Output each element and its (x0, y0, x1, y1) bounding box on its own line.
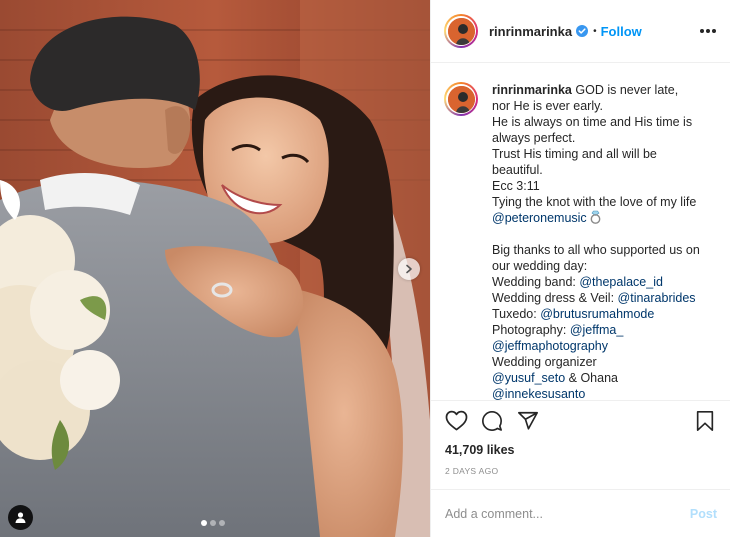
share-icon (518, 411, 538, 430)
likes-count[interactable]: 41,709 likes (431, 440, 730, 457)
mention-link[interactable]: @jeffma_ (570, 323, 623, 337)
like-button[interactable] (443, 408, 469, 434)
chevron-right-icon (406, 264, 412, 274)
caption-section: rinrinmarinka GOD is never late, nor He i… (431, 63, 730, 400)
caption-text-segment: Wedding dress & Veil: (492, 291, 618, 305)
carousel-dot (210, 520, 216, 526)
caption-text: rinrinmarinka GOD is never late, nor He i… (492, 82, 716, 400)
tagged-users-button[interactable] (8, 505, 33, 530)
carousel-dot (219, 520, 225, 526)
username-link[interactable]: rinrinmarinka (489, 24, 572, 39)
header-separator: • (593, 25, 597, 37)
caption-text-segment: Big thanks to all who supported us on (492, 243, 700, 257)
user-tag-icon (15, 512, 26, 523)
post-photo[interactable] (0, 0, 430, 537)
caption-text-segment: & Ohana (565, 371, 618, 385)
caption-text-segment: our wedding day: (492, 259, 588, 273)
caption-text-segment: Tuxedo: (492, 307, 541, 321)
caption-text-segment: beautiful. (492, 163, 543, 177)
caption-line: Wedding dress & Veil: @tinarabrides (492, 290, 716, 306)
caption-text-segment: Ecc 3:11 (492, 179, 540, 193)
avatar[interactable] (444, 14, 478, 48)
caption-text-segment: Tying the knot with the love of my life (492, 195, 697, 209)
caption-text-segment: He is always on time and His time is (492, 115, 693, 129)
post-timestamp[interactable]: 2 DAYS AGO (431, 457, 730, 489)
share-button[interactable] (515, 408, 541, 434)
caption-line: Big thanks to all who supported us on (492, 242, 716, 258)
caption-line: nor He is ever early. (492, 98, 716, 114)
caption-text-segment: GOD is never late, (575, 83, 679, 97)
mention-link[interactable]: @thepalace_id (579, 275, 663, 289)
mention-link[interactable]: @brutusrumahmode (540, 307, 654, 321)
caption-text-segment: Wedding band: (492, 275, 580, 289)
mention-link[interactable]: @innekesusanto (492, 387, 585, 400)
comment-button[interactable] (479, 408, 505, 434)
wedding-photo-image (0, 0, 430, 537)
caption-line: @jeffmaphotography (492, 338, 716, 354)
next-photo-button[interactable] (398, 258, 420, 280)
caption-line: Wedding band: @thepalace_id (492, 274, 716, 290)
mention-link[interactable]: @tinarabrides (618, 291, 696, 305)
comment-icon (482, 410, 502, 431)
caption-line: beautiful. (492, 162, 716, 178)
caption-line: Trust His timing and all will be (492, 146, 716, 162)
mention-link[interactable]: @peteronemusic (492, 211, 587, 225)
caption-line: rinrinmarinka GOD is never late, (492, 82, 716, 98)
save-button[interactable] (692, 408, 718, 434)
caption-username[interactable]: rinrinmarinka (492, 83, 572, 97)
caption-line: Wedding organizer (492, 354, 716, 370)
post-comment-button[interactable]: Post (690, 507, 717, 521)
caption-line: Tying the knot with the love of my life (492, 194, 716, 210)
caption-line: always perfect. (492, 130, 716, 146)
caption-line: our wedding day: (492, 258, 716, 274)
ring-emoji (590, 210, 601, 224)
caption-line: Photography: @jeffma_ (492, 322, 716, 338)
carousel-dot (201, 520, 207, 526)
caption-text-segment: Wedding organizer (492, 355, 597, 369)
instagram-post: rinrinmarinka • Follow rinrinmarinka GOD… (0, 0, 730, 537)
comment-form: Post (431, 489, 730, 537)
caption-text-segment: Trust His timing and all will be (492, 147, 657, 161)
heart-icon (445, 410, 467, 431)
post-header: rinrinmarinka • Follow (431, 0, 730, 63)
bookmark-icon (696, 410, 714, 431)
caption-line: @yusuf_seto & Ohana (492, 370, 716, 386)
caption-line: Ecc 3:11 (492, 178, 716, 194)
caption-text-segment: Photography: (492, 323, 570, 337)
carousel-indicator (201, 520, 225, 526)
action-bar (431, 400, 730, 440)
caption-line (492, 226, 716, 242)
caption-line: @peteronemusic (492, 210, 716, 226)
more-options-icon[interactable] (700, 25, 716, 37)
verified-badge-icon (576, 25, 589, 37)
follow-button[interactable]: Follow (601, 24, 642, 39)
comment-input[interactable] (445, 506, 690, 521)
mention-link[interactable]: @jeffmaphotography (492, 339, 608, 353)
caption-avatar[interactable] (444, 82, 478, 116)
caption-line: Tuxedo: @brutusrumahmode (492, 306, 716, 322)
caption-text-segment: nor He is ever early. (492, 99, 603, 113)
caption-line: @innekesusanto (492, 386, 716, 400)
caption-line: He is always on time and His time is (492, 114, 716, 130)
caption-text-segment: always perfect. (492, 131, 576, 145)
post-side-panel: rinrinmarinka • Follow rinrinmarinka GOD… (430, 0, 730, 537)
mention-link[interactable]: @yusuf_seto (492, 371, 565, 385)
profile-picture (447, 17, 475, 45)
profile-picture (447, 85, 475, 113)
